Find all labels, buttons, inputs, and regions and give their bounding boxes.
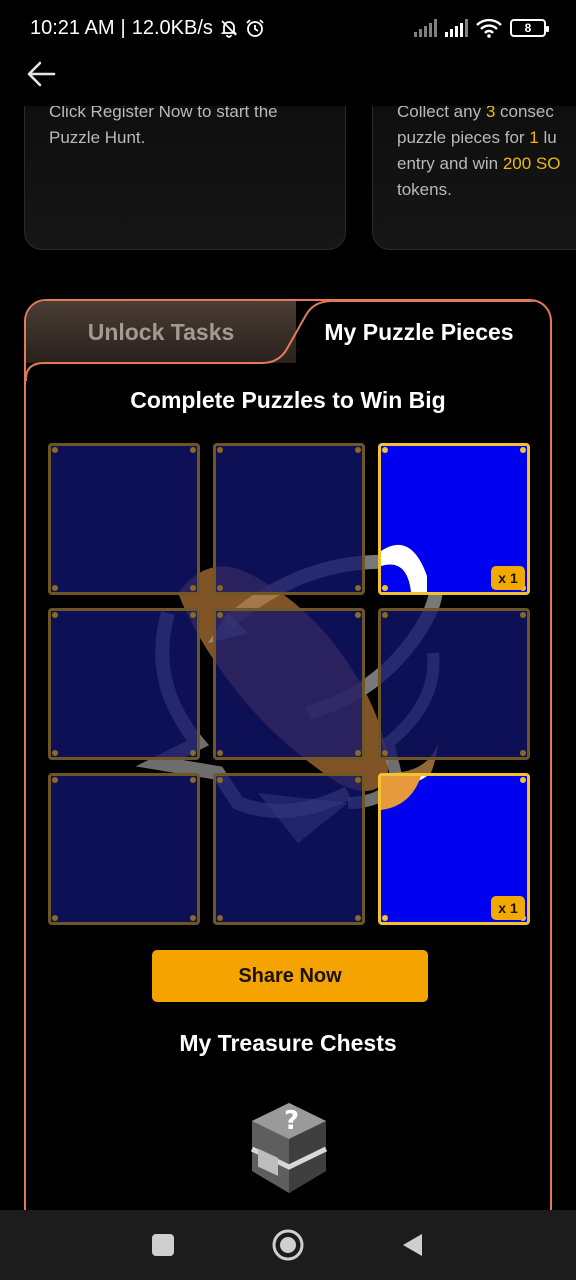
- page-header: [0, 56, 576, 106]
- corner-rivet: [190, 915, 196, 921]
- square-icon[interactable]: [148, 1230, 178, 1260]
- puzzle-piece[interactable]: [378, 608, 530, 760]
- corner-rivet: [217, 585, 223, 591]
- mystery-chest-icon[interactable]: ?: [246, 1099, 332, 1199]
- puzzle-grid: x 1 x 1: [48, 443, 532, 925]
- signal-strength-icon: [445, 19, 468, 37]
- battery-level: 8: [524, 21, 532, 35]
- card1-line2: Puzzle Hunt.: [49, 128, 146, 147]
- puzzle-piece[interactable]: [48, 773, 200, 925]
- card2-line3: entry and win 200 SO: [397, 151, 576, 177]
- puzzle-piece[interactable]: [213, 443, 365, 595]
- corner-rivet: [52, 447, 58, 453]
- puzzle-piece[interactable]: [213, 773, 365, 925]
- puzzle-piece[interactable]: x 1: [378, 773, 530, 925]
- corner-rivet: [52, 750, 58, 756]
- corner-rivet: [355, 750, 361, 756]
- card2-text: entry and win: [397, 154, 503, 173]
- corner-rivet: [520, 612, 526, 618]
- svg-text:?: ?: [284, 1106, 299, 1136]
- piece-count-badge: x 1: [491, 896, 525, 920]
- corner-rivet: [52, 612, 58, 618]
- corner-rivet: [217, 915, 223, 921]
- puzzle-piece[interactable]: x 1: [378, 443, 530, 595]
- system-navigation-bar: [0, 1210, 576, 1280]
- corner-rivet: [190, 777, 196, 783]
- card2-text: lu: [538, 128, 557, 147]
- corner-rivet: [52, 777, 58, 783]
- puzzle-panel: Unlock Tasks My Puzzle Pieces Complete P…: [24, 299, 552, 1229]
- corner-rivet: [382, 750, 388, 756]
- status-time: 10:21 AM: [30, 16, 115, 39]
- card2-text: puzzle pieces for: [397, 128, 530, 147]
- signal-strength-icon: [414, 19, 437, 37]
- corner-rivet: [520, 750, 526, 756]
- corner-rivet: [355, 612, 361, 618]
- piece-count-badge: x 1: [491, 566, 525, 590]
- tab-my-puzzle-pieces-label: My Puzzle Pieces: [324, 318, 514, 345]
- puzzle-piece[interactable]: [213, 608, 365, 760]
- corner-rivet: [355, 585, 361, 591]
- corner-rivet: [382, 612, 388, 618]
- triangle-back-icon[interactable]: [398, 1230, 428, 1260]
- mute-bell-icon: [220, 20, 238, 38]
- puzzle-piece[interactable]: [48, 443, 200, 595]
- corner-rivet: [190, 447, 196, 453]
- corner-rivet: [190, 612, 196, 618]
- treasure-chests-title: My Treasure Chests: [179, 1030, 397, 1056]
- puzzle-piece[interactable]: [48, 608, 200, 760]
- corner-rivet: [190, 750, 196, 756]
- corner-rivet: [52, 585, 58, 591]
- corner-rivet: [190, 585, 196, 591]
- share-now-button[interactable]: Share Now: [152, 950, 428, 1002]
- card2-line2: puzzle pieces for 1 lu: [397, 125, 576, 151]
- corner-rivet: [52, 915, 58, 921]
- battery-icon: 8: [510, 19, 549, 37]
- card2-line4: tokens.: [397, 180, 452, 199]
- corner-rivet: [355, 447, 361, 453]
- arrow-left-icon[interactable]: [24, 58, 60, 90]
- corner-rivet: [217, 447, 223, 453]
- card2-highlight: 200 SO: [502, 154, 561, 173]
- status-separator: |: [120, 16, 126, 39]
- circle-icon[interactable]: [271, 1228, 305, 1262]
- alarm-clock-icon: [246, 19, 264, 37]
- status-bar: 10:21 AM | 12.0KB/s 8: [0, 0, 576, 56]
- card2-highlight: 1: [529, 128, 539, 147]
- network-speed: 12.0KB/s: [131, 16, 213, 39]
- corner-rivet: [355, 915, 361, 921]
- corner-rivet: [217, 750, 223, 756]
- tab-my-puzzle-pieces[interactable]: My Puzzle Pieces: [288, 301, 550, 363]
- share-now-label: Share Now: [238, 964, 342, 987]
- corner-rivet: [217, 777, 223, 783]
- wifi-icon: [476, 18, 502, 38]
- corner-rivet: [217, 612, 223, 618]
- corner-rivet: [355, 777, 361, 783]
- puzzle-title: Complete Puzzles to Win Big: [130, 387, 446, 413]
